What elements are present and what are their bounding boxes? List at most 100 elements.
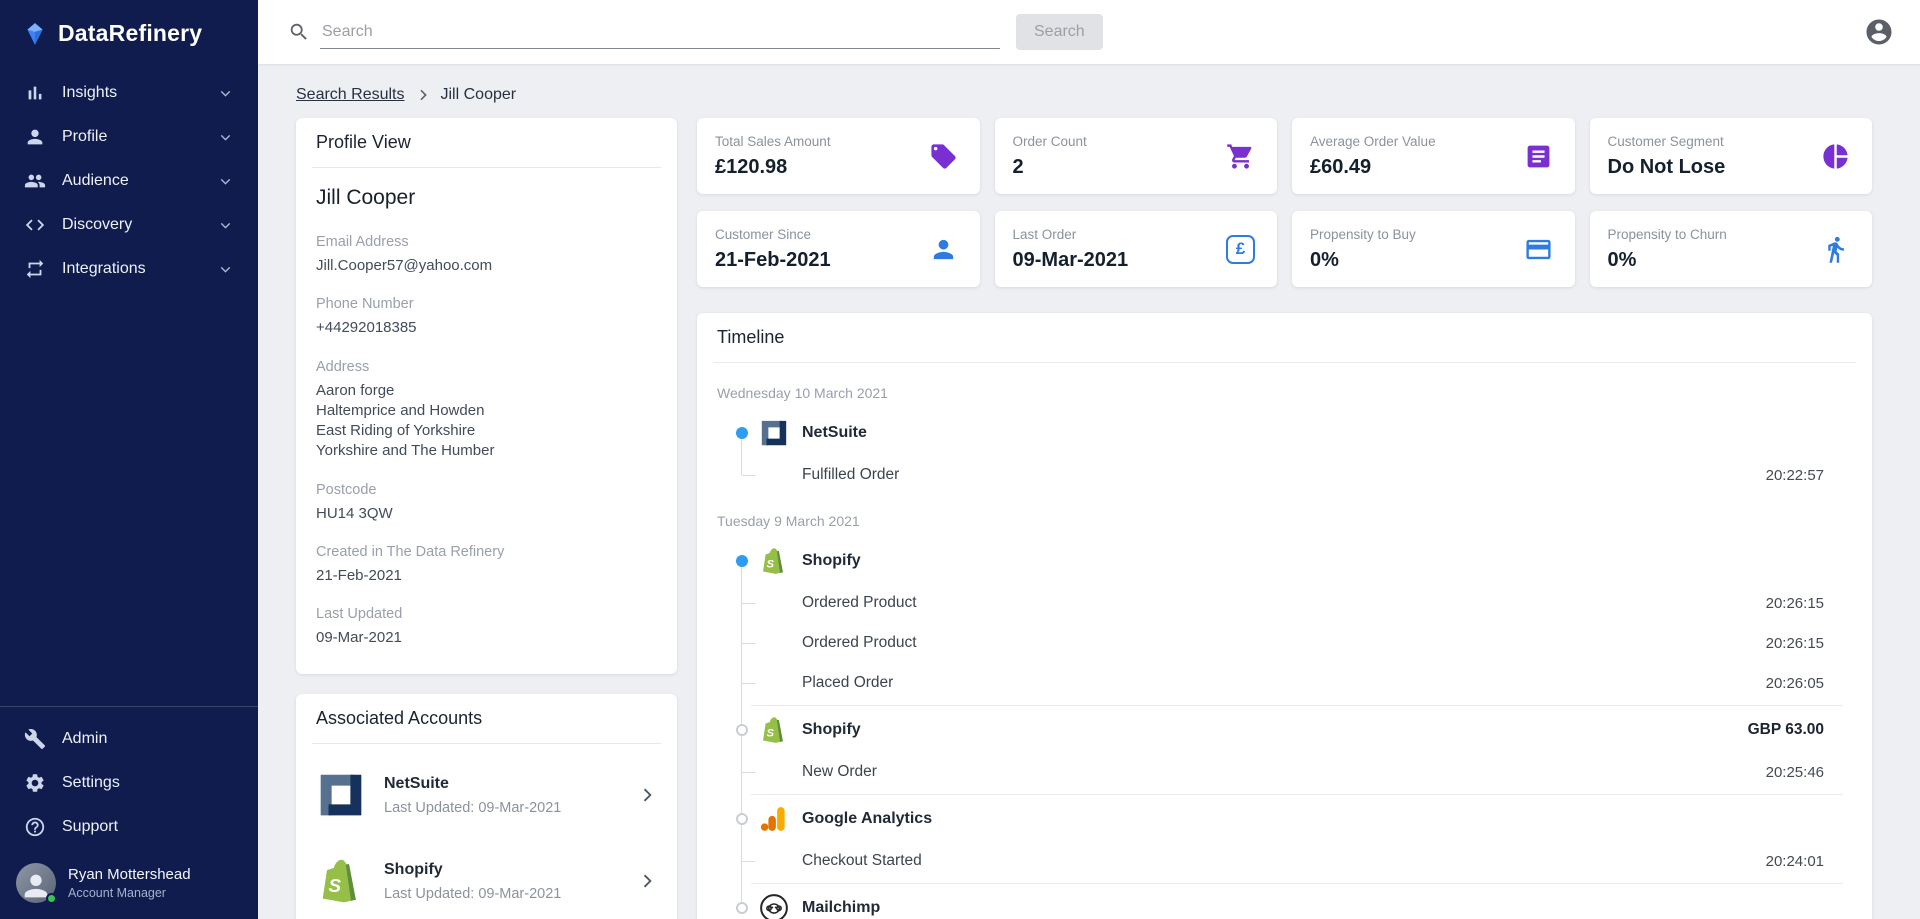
shopify-logo: S [316,856,366,906]
netsuite-logo [759,418,789,448]
stat-label: Order Count [1012,133,1087,149]
stat-label: Propensity to Churn [1607,226,1727,242]
search-icon [288,21,310,43]
sidebar-nav: Insights Profile Audience Discovery Inte… [0,71,258,291]
field-value-email: Jill.Cooper57@yahoo.com [316,257,493,274]
chevron-down-icon [217,129,234,146]
sidebar-item-insights[interactable]: Insights [0,71,258,115]
credit-card-icon [1524,235,1553,264]
sidebar-item-label: Profile [62,128,108,145]
timeline-entry-header[interactable]: Google Analytics [697,797,1872,841]
timeline-separator [751,705,1843,706]
sidebar-item-support[interactable]: Support [0,805,258,849]
stat-card-total-sales: Total Sales Amount £120.98 [697,118,980,194]
account-row-shopify[interactable]: S Shopify Last Updated: 09-Mar-2021 [296,838,677,919]
timeline-entry-header[interactable]: NetSuite [697,411,1872,455]
content-grid: Profile View Jill Cooper Email Address J… [296,118,1872,919]
stat-value: 21-Feb-2021 [715,248,831,271]
shopify-logo: S [759,715,789,745]
field-value-address: Aaron forge Haltemprice and Howden East … [316,381,657,462]
associated-accounts-card: Associated Accounts NetSuite Last Update… [296,694,677,919]
timeline-source-name: Mailchimp [802,899,881,916]
stat-card-order-count: Order Count 2 [994,118,1277,194]
wrench-icon [24,728,46,750]
timeline-event: Placed Order 20:26:05 [697,663,1872,703]
sidebar-item-label: Settings [62,774,120,791]
main-area: Search Search Results Jill Cooper Profil… [258,0,1920,919]
search-button[interactable]: Search [1016,14,1103,50]
timeline-entry-header[interactable]: Mailchimp [697,886,1872,919]
sidebar-item-profile[interactable]: Profile [0,115,258,159]
timeline-event: New Order 20:25:46 [697,752,1872,792]
timeline-source-name: Google Analytics [802,810,933,827]
profile-card-title: Profile View [316,132,411,152]
timeline-entry-header[interactable]: S Shopify [697,539,1872,583]
sidebar-divider [0,706,258,707]
stat-label: Propensity to Buy [1310,226,1416,242]
profile-details: Jill Cooper Email Address Jill.Cooper57@… [296,168,677,674]
timeline-event: Checkout Started 20:24:01 [697,841,1872,881]
chevron-right-icon[interactable] [637,871,657,891]
timeline-date: Tuesday 9 March 2021 [717,513,860,529]
timeline-dot-filled [736,427,748,439]
timeline-card: Timeline Wednesday 10 March 2021 NetSuit… [697,313,1872,919]
event-label: New Order [802,763,877,780]
event-label: Ordered Product [802,594,917,611]
customer-name: Jill Cooper [316,186,416,209]
timeline-dot-open [736,813,748,825]
stat-value: 0% [1310,248,1339,271]
stat-value: 0% [1607,248,1637,271]
field-value-updated: 09-Mar-2021 [316,629,402,646]
gear-icon [24,772,46,794]
left-column: Profile View Jill Cooper Email Address J… [296,118,677,919]
field-label-address: Address [316,358,370,375]
breadcrumb-link-search-results[interactable]: Search Results [296,86,405,104]
field-label-created: Created in The Data Refinery [316,543,505,560]
insights-icon [24,82,46,104]
sidebar-item-label: Support [62,818,119,835]
field-value-created: 21-Feb-2021 [316,566,402,584]
sidebar-item-label: Admin [62,730,108,747]
avatar [16,863,57,904]
stat-label: Average Order Value [1310,133,1436,149]
shopify-logo: S [759,546,789,576]
sidebar-item-integrations[interactable]: Integrations [0,247,258,291]
timeline-source-name: NetSuite [802,424,867,441]
svg-text:S: S [766,728,774,740]
timeline-entry-shopify-order: S Shopify GBP 63.00 New Order 20:25:46 [697,708,1872,792]
account-icon[interactable] [1864,17,1894,47]
stat-value: 09-Mar-2021 [1012,248,1129,271]
event-time: 20:24:01 [1765,852,1824,870]
brand-logo[interactable]: DataRefinery [0,0,258,71]
account-meta: Last Updated: 09-Mar-2021 [384,885,562,902]
sidebar-bottom: Admin Settings Support Ryan Mottershead … [0,706,258,919]
sidebar-item-settings[interactable]: Settings [0,761,258,805]
timeline-entry-netsuite: NetSuite Fulfilled Order 20:22:57 [697,411,1872,495]
breadcrumb-current: Jill Cooper [440,86,517,103]
account-row-netsuite[interactable]: NetSuite Last Updated: 09-Mar-2021 [296,752,677,838]
stat-label: Total Sales Amount [715,133,831,149]
timeline-event: Fulfilled Order 20:22:57 [697,455,1872,495]
stat-label: Last Order [1012,226,1077,242]
sidebar-item-admin[interactable]: Admin [0,717,258,761]
event-label: Placed Order [802,674,894,691]
page-content: Search Results Jill Cooper Profile View … [258,64,1920,919]
person-icon [929,235,958,264]
timeline-entry-header[interactable]: S Shopify GBP 63.00 [697,708,1872,752]
user-account[interactable]: Ryan Mottershead Account Manager [0,849,258,919]
search-input[interactable] [320,15,1000,49]
sidebar-item-discovery[interactable]: Discovery [0,203,258,247]
chevron-right-icon[interactable] [637,785,657,805]
stat-value: £120.98 [715,155,788,178]
sidebar-item-audience[interactable]: Audience [0,159,258,203]
field-label-updated: Last Updated [316,606,403,622]
timeline-entry-mailchimp: Mailchimp [697,886,1872,919]
field-label-postcode: Postcode [316,481,377,498]
field-label-phone: Phone Number [316,296,414,313]
chevron-down-icon [217,217,234,234]
timeline-dot-open [736,902,748,914]
event-label: Checkout Started [802,852,922,869]
timeline-separator [751,794,1843,795]
help-icon [24,816,46,838]
stat-label: Customer Segment [1607,133,1724,149]
